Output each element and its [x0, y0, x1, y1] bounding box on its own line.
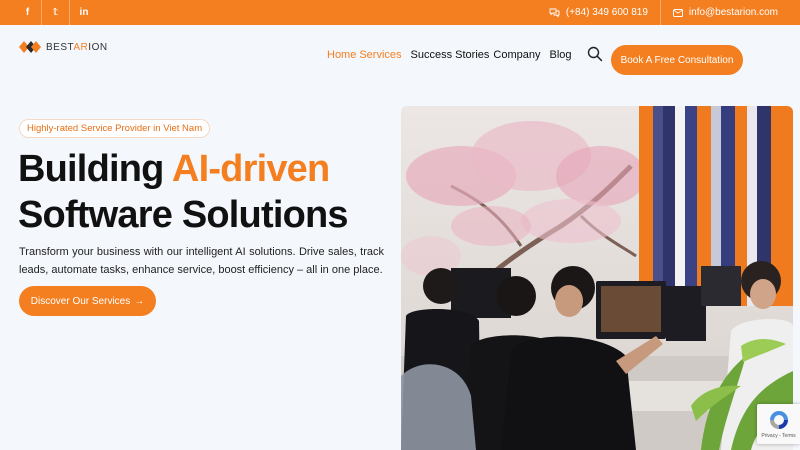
mail-icon	[672, 8, 683, 17]
facebook-icon[interactable]: f	[14, 0, 42, 25]
nav-company[interactable]: Company	[493, 49, 540, 61]
hero-title-line2: Software Solutions	[18, 194, 349, 236]
contact-info: (+84) 349 600 819 info@bestarion.com	[549, 0, 778, 25]
phone-number: (+84) 349 600 819	[565, 7, 648, 18]
nav-success-stories[interactable]: Success Stories	[411, 49, 490, 61]
search-icon[interactable]	[587, 46, 603, 62]
recaptcha-links[interactable]: Privacy - Terms	[761, 433, 795, 439]
logo-mark-icon	[19, 41, 41, 53]
recaptcha-icon	[769, 411, 788, 429]
hero-title-accent: AI-driven	[171, 148, 330, 190]
hero-office-photo	[401, 106, 793, 450]
chat-icon	[549, 8, 560, 18]
recaptcha-badge[interactable]: Privacy - Terms	[757, 404, 800, 444]
social-links: f 𝕥 in	[14, 0, 98, 25]
nav-home[interactable]: Home	[327, 49, 356, 61]
service-provider-badge: Highly-rated Service Provider in Viet Na…	[19, 119, 211, 138]
discover-services-button[interactable]: Discover Our Services →	[19, 286, 156, 316]
nav-services[interactable]: Services	[359, 49, 401, 61]
hero-description: Transform your business with our intelli…	[19, 246, 384, 276]
nav-blog[interactable]: Blog	[549, 49, 571, 61]
twitter-icon[interactable]: 𝕥	[42, 0, 70, 25]
arrow-right-icon: →	[134, 295, 145, 307]
hero-title: Building AI-driven Software Solutions	[18, 146, 349, 238]
linkedin-icon[interactable]: in	[70, 0, 98, 25]
logo-wordmark: BESTARION	[46, 41, 108, 53]
book-consultation-button[interactable]: Book A Free Consultation	[611, 45, 743, 75]
email-link[interactable]: info@bestarion.com	[672, 7, 778, 18]
top-bar: f 𝕥 in (+84) 349 600 819 info@bestarion.…	[0, 0, 800, 25]
divider	[659, 0, 661, 25]
discover-services-label: Discover Our Services	[30, 295, 131, 307]
logo[interactable]: BESTARION	[18, 40, 108, 54]
email-address: info@bestarion.com	[688, 7, 778, 18]
hero-title-plain: Building	[18, 148, 172, 190]
phone-link[interactable]: (+84) 349 600 819	[549, 7, 648, 18]
office-scene-illustration	[401, 106, 793, 450]
main-nav: Home Services Success Stories Company Bl…	[327, 49, 572, 61]
